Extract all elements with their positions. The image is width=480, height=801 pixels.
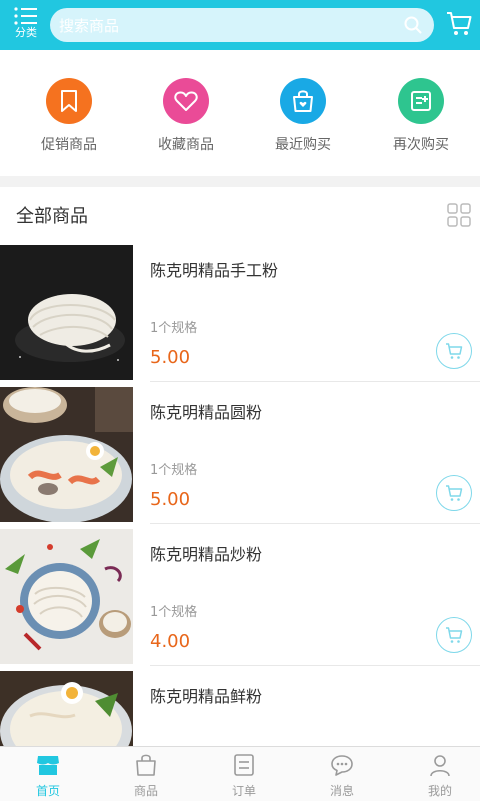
product-spec: 1个规格 [150, 463, 198, 478]
quick-item-label: 最近购买 [275, 137, 331, 153]
product-bag-icon [136, 754, 156, 776]
product-item[interactable]: 陈克明精品炒粉 1个规格 4.00 [0, 529, 480, 666]
all-products-section: 全部商品 陈克明精品手工粉 1个规格 5.00 陈克明精品圆粉 1个规格 5.0… [0, 187, 480, 747]
tab-products[interactable]: 商品 [98, 753, 194, 799]
divider [150, 523, 480, 524]
product-item[interactable]: 陈克明精品鲜粉 [0, 671, 480, 747]
quick-item-rebuy[interactable]: 再次购买 [361, 78, 480, 154]
category-button[interactable]: 分类 [8, 4, 44, 46]
quick-actions: 促销商品 收藏商品 最近购买 再次购买 [0, 50, 480, 176]
product-price: 4.00 [150, 631, 191, 652]
divider [150, 381, 480, 382]
quick-item-favorites[interactable]: 收藏商品 [126, 78, 246, 154]
product-spec: 1个规格 [150, 321, 198, 336]
menu-list-icon [14, 7, 37, 25]
top-bar: 分类 搜索商品 [0, 0, 480, 50]
add-to-cart-button[interactable] [436, 617, 472, 653]
tab-label: 我的 [427, 784, 452, 798]
tab-messages[interactable]: 消息 [294, 753, 390, 799]
receipt-icon [398, 78, 444, 124]
tab-home[interactable]: 首页 [0, 753, 96, 799]
product-image [0, 387, 133, 522]
heart-icon [163, 78, 209, 124]
cart-icon [446, 627, 463, 643]
add-to-cart-button[interactable] [436, 333, 472, 369]
product-item[interactable]: 陈克明精品圆粉 1个规格 5.00 [0, 387, 480, 524]
order-icon [234, 754, 254, 776]
tab-profile[interactable]: 我的 [392, 753, 480, 799]
add-to-cart-button[interactable] [436, 475, 472, 511]
tab-label: 订单 [231, 784, 256, 798]
grid-view-icon[interactable] [447, 203, 471, 227]
home-icon [37, 756, 59, 775]
product-name: 陈克明精品手工粉 [150, 261, 279, 280]
section-title: 全部商品 [16, 206, 88, 227]
divider [150, 665, 480, 666]
cart-icon [446, 343, 463, 359]
quick-item-label: 再次购买 [393, 137, 449, 153]
tab-label: 消息 [329, 784, 354, 798]
search-icon[interactable] [404, 16, 422, 34]
tab-orders[interactable]: 订单 [196, 753, 292, 799]
category-label: 分类 [15, 26, 37, 39]
quick-item-recent[interactable]: 最近购买 [243, 78, 363, 154]
search-input[interactable]: 搜索商品 [50, 8, 434, 42]
tab-label: 商品 [133, 784, 158, 798]
user-icon [430, 755, 450, 777]
product-name: 陈克明精品圆粉 [150, 403, 263, 422]
search-placeholder: 搜索商品 [59, 17, 120, 35]
cart-icon [446, 485, 463, 501]
product-price: 5.00 [150, 489, 191, 510]
message-icon [331, 755, 353, 776]
quick-item-label: 收藏商品 [158, 137, 214, 153]
product-price: 5.00 [150, 347, 191, 368]
bottom-tab-bar: 首页 商品 订单 消息 我的 [0, 746, 480, 801]
cart-icon[interactable] [446, 11, 472, 37]
product-image [0, 671, 133, 747]
bookmark-icon [46, 78, 92, 124]
shopping-bag-icon [280, 78, 326, 124]
product-image [0, 529, 133, 664]
quick-item-promotion[interactable]: 促销商品 [9, 78, 129, 154]
product-name: 陈克明精品鲜粉 [150, 687, 263, 706]
tab-label: 首页 [35, 784, 60, 798]
product-spec: 1个规格 [150, 605, 198, 620]
product-name: 陈克明精品炒粉 [150, 545, 263, 564]
quick-item-label: 促销商品 [41, 137, 97, 153]
product-image [0, 245, 133, 380]
product-item[interactable]: 陈克明精品手工粉 1个规格 5.00 [0, 245, 480, 382]
